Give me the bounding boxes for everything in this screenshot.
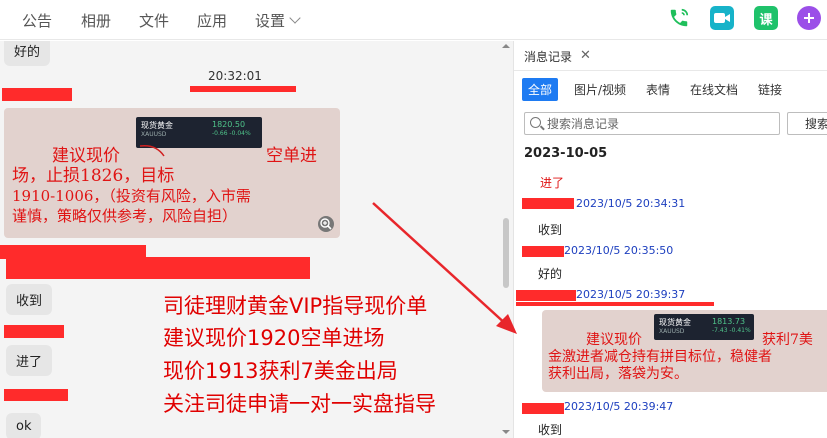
nav-settings[interactable]: 设置 [255, 10, 285, 31]
filter-online-docs[interactable]: 在线文档 [684, 78, 744, 101]
filter-stickers[interactable]: 表情 [640, 78, 676, 101]
redaction-bar [4, 389, 68, 401]
redaction-bar [4, 325, 64, 338]
scroll-down-icon[interactable] [501, 428, 511, 436]
divider [514, 70, 827, 71]
redaction-bar [522, 403, 564, 414]
nav-announcements[interactable]: 公告 [22, 10, 52, 31]
search-button[interactable]: 搜索 [787, 112, 827, 135]
history-timestamp: 2023/10/5 20:39:37 [576, 288, 686, 301]
message-text: 好的 [14, 45, 41, 60]
quote-change: -7.43 -0.41% [712, 327, 751, 334]
promo-line: 建议现价1920空单进场 [163, 326, 385, 350]
filter-images-videos[interactable]: 图片/视频 [568, 78, 632, 101]
message-history-panel: 消息记录 ✕ 全部 图片/视频 表情 在线文档 链接 搜索 2023-10-05… [513, 41, 827, 438]
top-bar: 公告 相册 文件 应用 设置 课 [0, 0, 827, 40]
course-icon-label: 课 [759, 12, 773, 28]
video-icon[interactable] [710, 6, 734, 30]
course-icon[interactable]: 课 [754, 6, 778, 30]
overlay-text: 空单进 [266, 146, 317, 166]
redaction-bar [516, 290, 576, 301]
message-bubble: 收到 [6, 284, 53, 315]
history-message: 收到 [538, 223, 563, 237]
nav-album[interactable]: 相册 [81, 10, 111, 31]
close-icon[interactable]: ✕ [580, 48, 591, 63]
phone-icon[interactable] [667, 6, 691, 30]
history-timestamp: 2023/10/5 20:34:31 [576, 197, 686, 210]
filter-all[interactable]: 全部 [522, 78, 559, 101]
overlay-text: 获利出局，落袋为安。 [548, 366, 688, 382]
redaction-bar [190, 86, 296, 92]
message-timestamp: 20:32:01 [208, 69, 262, 83]
overlay-text: 谨慎，策略仅供参考，风险自担） [12, 207, 238, 225]
history-message: 进了 [540, 176, 565, 190]
history-message: 收到 [538, 423, 563, 437]
promo-line: 关注司徒申请一对一实盘指导 [163, 392, 436, 416]
message-text: 进了 [16, 355, 43, 370]
redaction-bar [516, 302, 714, 306]
history-timestamp: 2023/10/5 20:35:50 [564, 244, 674, 257]
chevron-down-icon[interactable] [289, 12, 301, 24]
overlay-text: 1910-1006，（投资有风险，入市需 [12, 187, 251, 205]
overlay-text: 建议现价 [52, 146, 120, 166]
redaction-bar [522, 198, 574, 209]
quote-price: 1820.50 [212, 120, 246, 129]
plus-icon[interactable] [797, 6, 821, 30]
gold-quote-card: 现货黄金 XAUUSD 1813.73 -7.43 -0.41% [654, 314, 754, 340]
zoom-icon[interactable] [318, 216, 334, 232]
search-box[interactable] [524, 112, 780, 135]
filter-links[interactable]: 链接 [752, 78, 788, 101]
panel-tab-title[interactable]: 消息记录 [524, 48, 572, 65]
message-bubble: ok [6, 413, 42, 438]
search-input[interactable] [547, 114, 775, 133]
image-message[interactable]: 现货黄金 XAUUSD 1813.73 -7.43 -0.41% 建议现价 获利… [542, 310, 827, 392]
search-icon [530, 117, 541, 128]
promo-line: 现价1913获利7美金出局 [163, 359, 398, 383]
message-text: ok [16, 419, 32, 434]
history-date: 2023-10-05 [524, 146, 608, 161]
history-timestamp: 2023/10/5 20:39:47 [564, 400, 674, 413]
history-message: 好的 [538, 267, 563, 281]
message-bubble: 进了 [6, 345, 53, 376]
arrow-icon [372, 202, 517, 334]
redaction-bar [522, 246, 564, 257]
redaction-bar [2, 88, 72, 101]
message-bubble: 好的 [4, 41, 51, 66]
arrow-curve-icon [139, 144, 165, 157]
overlay-text: 场，止损1826，目标 [12, 166, 175, 186]
quote-price: 1813.73 [712, 317, 746, 326]
quote-change: -0.66 -0.04% [212, 130, 251, 137]
nav-files[interactable]: 文件 [139, 10, 169, 31]
message-text: 收到 [16, 294, 43, 309]
image-message[interactable]: 现货黄金 XAUUSD 1820.50 -0.66 -0.04% 建议现价 空单… [4, 108, 340, 238]
nav-apps[interactable]: 应用 [197, 10, 227, 31]
scroll-up-icon[interactable] [501, 42, 511, 50]
redaction-bar [6, 257, 310, 279]
